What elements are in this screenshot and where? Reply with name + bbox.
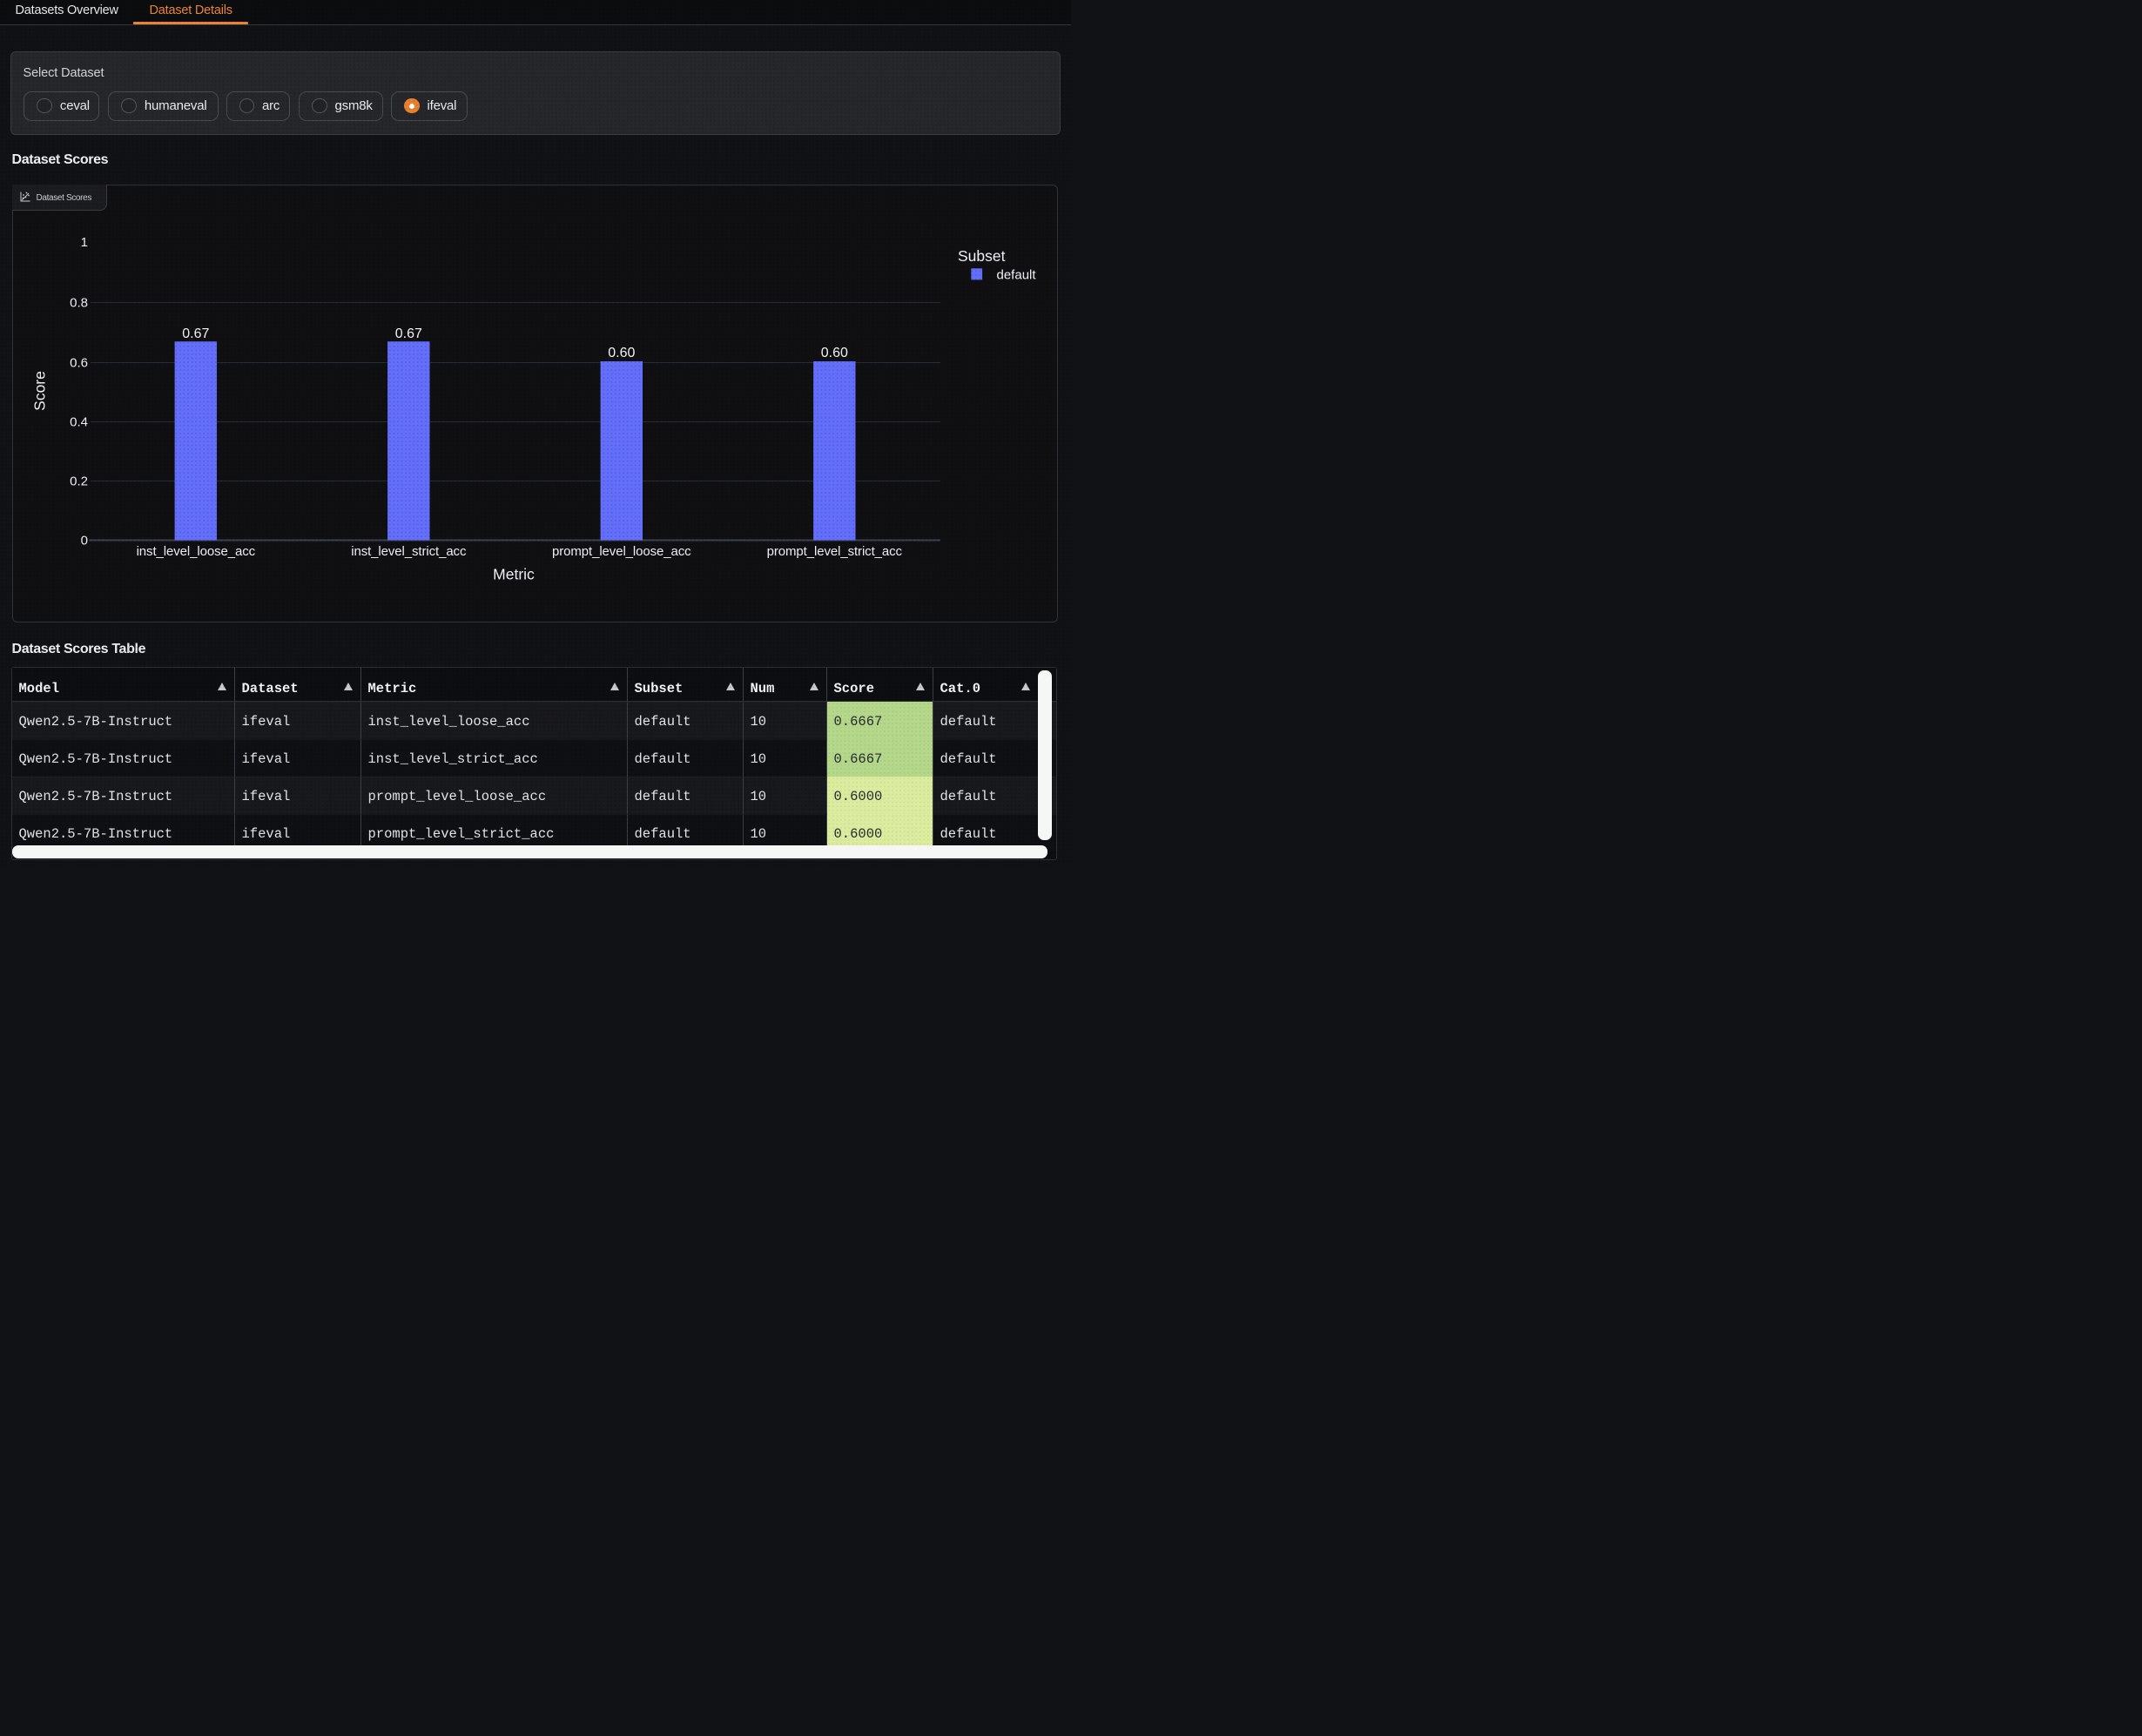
svg-text:Score: Score <box>30 371 48 411</box>
svg-text:0: 0 <box>80 534 87 548</box>
svg-text:inst_level_strict_acc: inst_level_strict_acc <box>351 544 467 559</box>
svg-text:0.6: 0.6 <box>70 356 88 371</box>
svg-text:prompt_level_strict_acc: prompt_level_strict_acc <box>766 544 902 559</box>
svg-text:inst_level_loose_acc: inst_level_loose_acc <box>136 544 255 559</box>
svg-text:Subset: Subset <box>958 247 1006 265</box>
svg-text:0.2: 0.2 <box>70 474 88 489</box>
svg-text:0.67: 0.67 <box>394 326 421 341</box>
svg-text:0.60: 0.60 <box>820 346 847 360</box>
svg-text:0.8: 0.8 <box>70 296 88 311</box>
svg-text:prompt_level_loose_acc: prompt_level_loose_acc <box>552 544 691 559</box>
svg-text:default: default <box>996 268 1036 283</box>
svg-text:0.4: 0.4 <box>70 415 88 430</box>
svg-text:Metric: Metric <box>493 566 535 583</box>
svg-text:0.60: 0.60 <box>608 346 635 360</box>
svg-text:0.67: 0.67 <box>182 326 209 341</box>
svg-text:1: 1 <box>80 235 87 250</box>
